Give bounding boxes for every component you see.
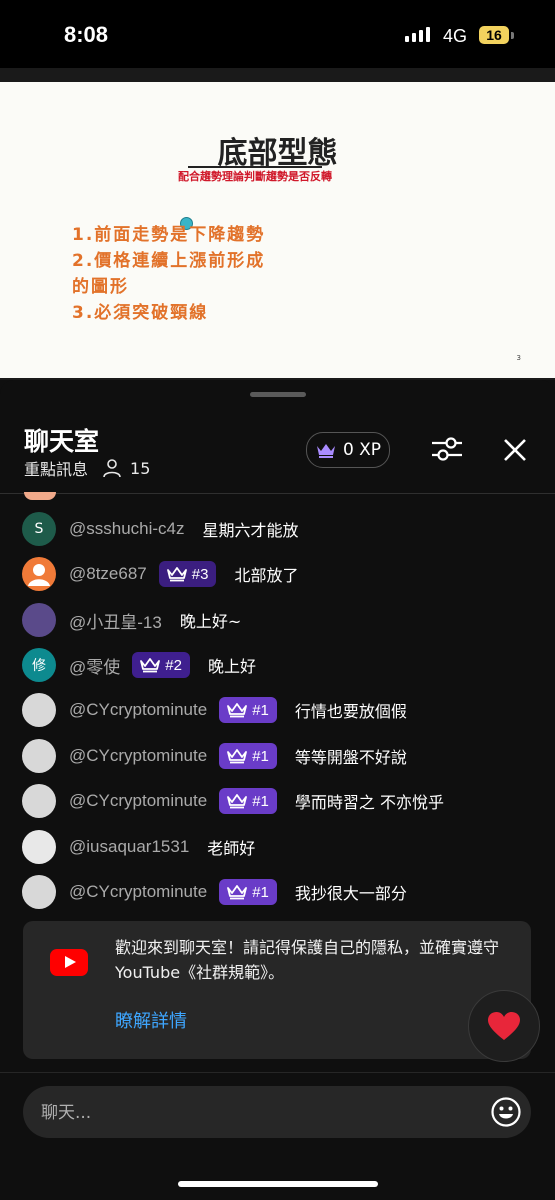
crown-icon [227,794,248,809]
drag-handle[interactable] [250,392,306,397]
network-type: 4G [443,26,468,46]
rank-badge: #3 [158,561,217,587]
avatar[interactable]: 修 [22,648,56,682]
chat-author[interactable]: @小丑皇-13 [69,608,162,633]
chat-input[interactable] [39,1098,463,1128]
chat-message-text: 晚上好 [207,657,256,676]
slide-point: 3.必須突破頸線 [72,303,209,323]
chat-message[interactable]: S @ssshuchi-c4z 星期六才能放 [22,512,299,546]
slide-point: 的圖形 [72,277,129,297]
chat-mode-label[interactable]: 重點訊息 [24,456,88,480]
avatar[interactable] [22,875,56,909]
crown-icon [140,658,161,673]
status-time: 8:08 [64,22,109,47]
chat-author[interactable]: @iusaquar1531 [69,837,189,857]
rank-label: #1 [252,883,269,901]
chat-message-text: 星期六才能放 [202,521,299,540]
filter-sliders-icon[interactable] [430,434,464,464]
heart-icon [488,1012,520,1040]
avatar[interactable] [22,693,56,727]
notice-text: 歡迎來到聊天室！請記得保護自己的隱私，並確實遵守 YouTube《社群規範》。 [115,938,500,982]
xp-label: 0 XP [342,440,382,460]
avatar[interactable] [22,830,56,864]
chat-author[interactable]: @CYcryptominute [69,746,207,766]
heart-reaction-button[interactable] [468,990,540,1062]
chat-message[interactable]: 修 @零使 #2 晚上好 [22,648,256,682]
chat-welcome-notice: 歡迎來到聊天室！請記得保護自己的隱私，並確實遵守 YouTube《社群規範》。 … [23,921,531,1059]
slide-page-number: 3 [516,354,521,362]
chat-message-text: 等等開盤不好說 [294,748,407,767]
status-bar: 8:08 4G 16 [0,0,555,68]
crown-icon [227,703,248,718]
chat-title: 聊天室 [24,427,100,456]
chat-message[interactable]: @小丑皇-13 晚上好~ [22,603,241,637]
chat-author[interactable]: @CYcryptominute [69,700,207,720]
battery-tip [511,32,514,39]
avatar[interactable] [22,784,56,818]
header-divider [0,493,555,494]
rank-label: #2 [165,656,182,674]
chat-message-text: 北部放了 [234,566,299,585]
viewer-icon [103,459,121,478]
chat-message-text: 行情也要放個假 [294,702,407,721]
rank-badge: #1 [219,879,277,905]
crown-icon [166,567,187,582]
chat-message-text: 學而時習之 不亦悅乎 [294,793,444,812]
crown-icon [227,885,248,900]
rank-badge: #2 [132,652,190,678]
chat-message[interactable]: @CYcryptominute #1 我抄很大一部分 [22,875,407,909]
rank-badge: #1 [219,697,277,723]
slide-subtitle: 配合趨勢理論判斷趨勢是否反轉 [178,170,332,183]
rank-label: #1 [252,747,269,765]
rank-badge: #1 [219,788,277,814]
chat-message[interactable]: @8tze687 #3 北部放了 [22,557,298,591]
video-slide[interactable]: 底部型態 配合趨勢理論判斷趨勢是否反轉 1.前面走勢是下降趨勢 2.價格連續上漲… [0,82,555,378]
avatar[interactable] [22,739,56,773]
chat-author[interactable]: @ssshuchi-c4z [69,519,185,539]
battery-icon: 16 [479,26,509,44]
avatar-letter: 修 [32,658,46,674]
youtube-logo-icon [50,949,88,976]
learn-more-link[interactable]: 瞭解詳情 [115,1007,187,1033]
chat-message-text: 我抄很大一部分 [294,884,407,903]
input-divider [0,1072,555,1073]
chat-author[interactable]: @零使 [69,653,120,678]
slide-point: 1.前面走勢是下降趨勢 [72,225,266,245]
slide-points: 1.前面走勢是下降趨勢 2.價格連續上漲前形成 的圖形 3.必須突破頸線 [72,222,265,326]
chat-author[interactable]: @CYcryptominute [69,791,207,811]
emoji-icon[interactable] [490,1096,522,1128]
chat-message[interactable]: @iusaquar1531 老師好 [22,830,255,864]
avatar[interactable]: S [22,512,56,546]
chat-message[interactable]: @CYcryptominute #1 學而時習之 不亦悅乎 [22,784,444,818]
rank-label: #1 [252,701,269,719]
default-avatar-icon [28,564,50,586]
avatar [24,492,56,500]
xp-button[interactable]: 0 XP [306,432,390,468]
avatar[interactable] [22,603,56,637]
chat-mode-selector[interactable]: 重點訊息 15 [24,456,150,480]
viewer-count: 15 [130,458,151,478]
chat-message-text: 老師好 [207,839,256,858]
crown-icon [316,444,335,458]
rank-badge: #1 [219,743,277,769]
rank-label: #1 [252,792,269,810]
chat-message-text: 晚上好~ [179,612,242,631]
avatar[interactable] [22,557,56,591]
chat-author[interactable]: @8tze687 [69,564,147,584]
chat-author[interactable]: @CYcryptominute [69,882,207,902]
chat-input-container [23,1086,531,1138]
chat-message[interactable]: @CYcryptominute #1 行情也要放個假 [22,693,407,727]
avatar-letter: S [34,521,44,537]
chat-message[interactable]: @CYcryptominute #1 等等開盤不好說 [22,739,407,773]
signal-icon [405,27,430,42]
crown-icon [227,749,248,764]
home-indicator [178,1181,378,1187]
rank-label: #3 [191,565,209,583]
slide-point: 2.價格連續上漲前形成 [72,251,266,271]
close-icon[interactable] [500,435,530,465]
